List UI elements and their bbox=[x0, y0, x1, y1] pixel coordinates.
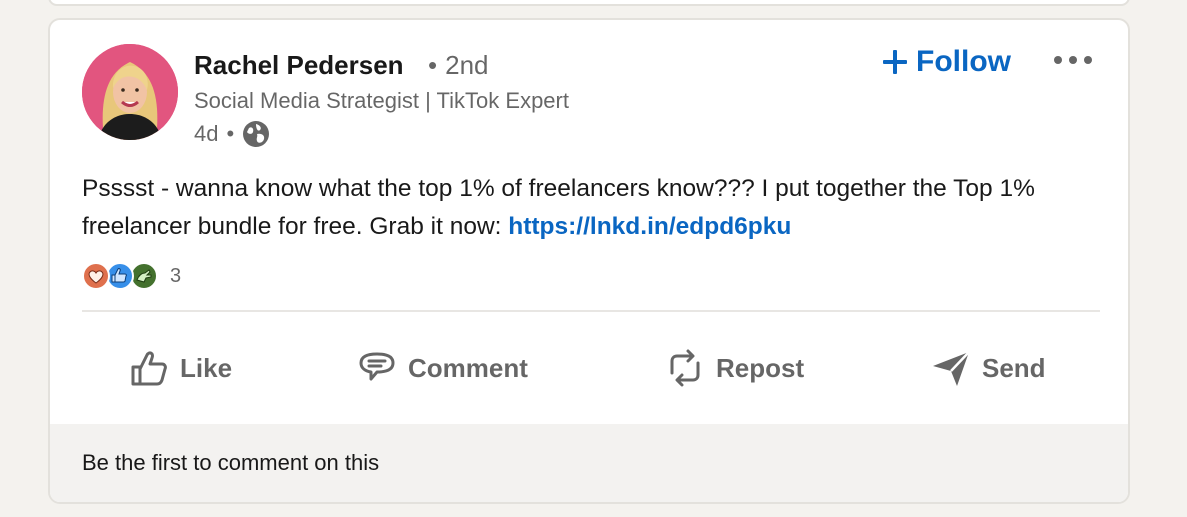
repost-label: Repost bbox=[716, 352, 805, 383]
ellipsis-icon bbox=[1052, 53, 1094, 71]
follow-label: Follow bbox=[916, 45, 1011, 78]
comment-label: Comment bbox=[408, 352, 528, 383]
empty-comments-message: Be the first to comment on this bbox=[82, 450, 380, 475]
thumbs-up-icon bbox=[128, 347, 170, 389]
more-options-button[interactable] bbox=[1048, 44, 1098, 80]
post-meta: 4d • bbox=[194, 120, 270, 148]
like-label: Like bbox=[180, 352, 233, 383]
comment-button[interactable]: Comment bbox=[356, 342, 528, 394]
author-avatar[interactable] bbox=[82, 44, 178, 140]
comment-icon bbox=[356, 347, 398, 389]
like-button[interactable]: Like bbox=[128, 342, 232, 394]
repost-button[interactable]: Repost bbox=[664, 342, 804, 394]
comments-section: Be the first to comment on this bbox=[50, 424, 1128, 502]
author-headline: Social Media Strategist | TikTok Expert bbox=[194, 88, 569, 113]
send-icon bbox=[930, 347, 972, 389]
globe-icon bbox=[242, 120, 270, 148]
degree-label: 2nd bbox=[445, 50, 489, 80]
post-link[interactable]: https://lnkd.in/edpd6pku bbox=[508, 213, 791, 240]
post-body: Psssst - wanna know what the top 1% of f… bbox=[82, 170, 1102, 246]
reactions-summary[interactable]: 3 bbox=[82, 260, 181, 292]
reaction-icons bbox=[82, 260, 162, 292]
author-name[interactable]: Rachel Pedersen bbox=[194, 50, 404, 81]
send-label: Send bbox=[982, 352, 1046, 383]
follow-button[interactable]: Follow bbox=[882, 42, 1011, 82]
plus-icon bbox=[882, 49, 908, 75]
post-age[interactable]: 4d bbox=[194, 121, 218, 147]
separator-dot: • bbox=[428, 50, 438, 80]
love-reaction-icon bbox=[82, 262, 110, 290]
send-button[interactable]: Send bbox=[930, 342, 1046, 394]
repost-icon bbox=[664, 347, 706, 389]
divider bbox=[82, 310, 1100, 312]
support-reaction-icon bbox=[130, 262, 158, 290]
reaction-count: 3 bbox=[170, 264, 182, 287]
feed-post-card: Rachel Pedersen • 2nd Social Media Strate… bbox=[48, 18, 1130, 504]
separator-dot: • bbox=[226, 121, 235, 146]
previous-post-card bbox=[48, 0, 1130, 6]
connection-degree: • 2nd bbox=[428, 50, 489, 81]
like-reaction-icon bbox=[106, 262, 134, 290]
